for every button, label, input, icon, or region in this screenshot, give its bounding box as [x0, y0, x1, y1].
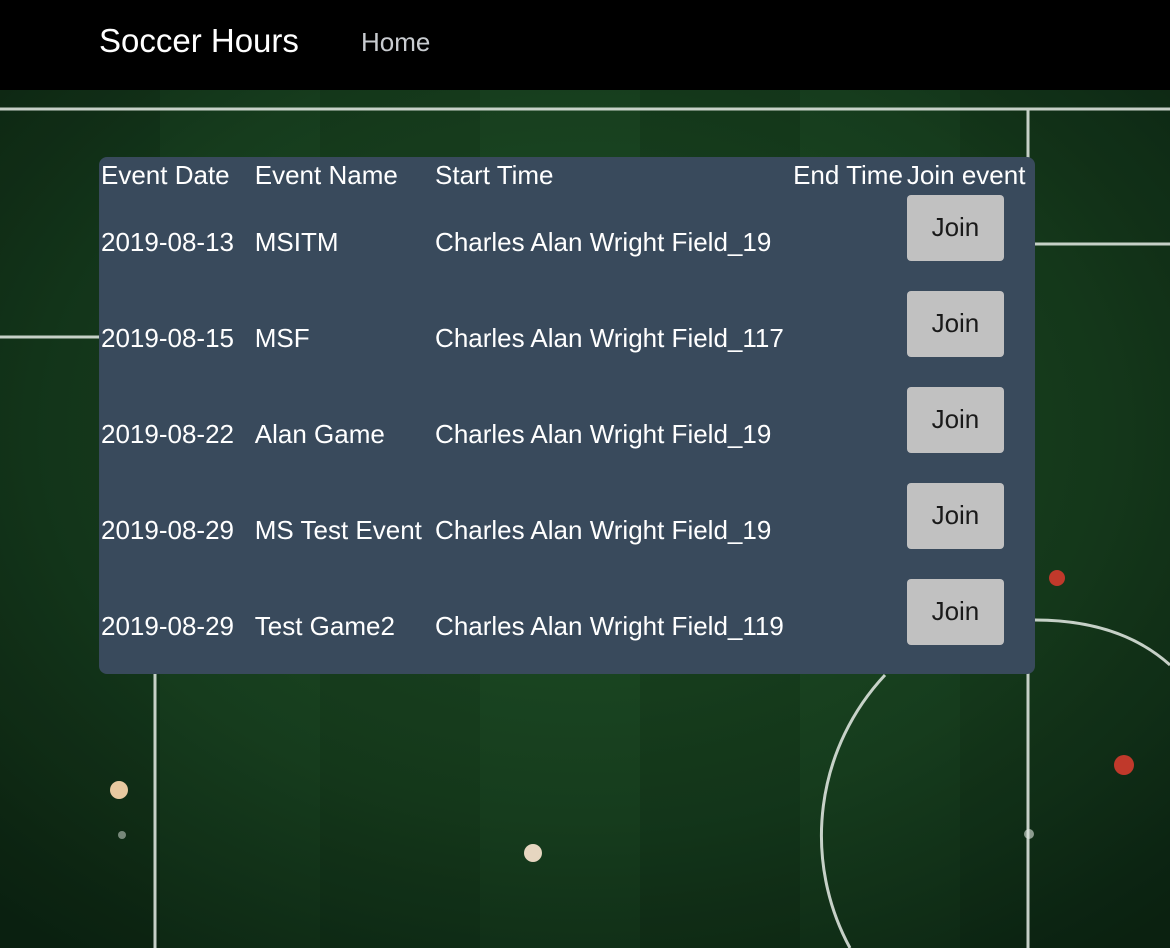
header-event-name: Event Name — [254, 160, 398, 190]
table-row: 2019-08-29 MS Test Event Charles Alan Wr… — [99, 482, 1035, 578]
cell-join: Join — [906, 290, 1035, 386]
header-start-time: Start Time — [435, 160, 554, 190]
cell-join: Join — [906, 386, 1035, 482]
brand-title[interactable]: Soccer Hours — [99, 21, 299, 61]
cell-join: Join — [906, 482, 1035, 578]
join-button[interactable]: Join — [906, 483, 1004, 549]
cell-end-time — [784, 290, 907, 386]
cell-end-time — [784, 482, 907, 578]
table-row: 2019-08-15 MSF Charles Alan Wright Field… — [99, 290, 1035, 386]
cell-start-time: Charles Alan Wright Field_19 — [435, 418, 772, 449]
cell-event-date: 2019-08-29 — [101, 610, 234, 641]
join-button[interactable]: Join — [906, 291, 1004, 357]
top-navbar: Soccer Hours Home — [0, 0, 1170, 90]
cell-start-time: Charles Alan Wright Field_19 — [435, 514, 772, 545]
cell-end-time — [784, 194, 907, 290]
cell-end-time — [784, 386, 907, 482]
table-header-row: Event Date Event Name Start Time End Tim… — [99, 157, 1035, 194]
events-panel: Event Date Event Name Start Time End Tim… — [99, 157, 1035, 674]
join-button[interactable]: Join — [906, 195, 1004, 261]
events-table: Event Date Event Name Start Time End Tim… — [99, 157, 1035, 674]
cell-event-date: 2019-08-13 — [101, 226, 234, 257]
header-end-time: End Time — [793, 160, 903, 190]
cell-join: Join — [906, 194, 1035, 290]
header-join-event: Join event — [906, 160, 1026, 190]
cell-event-name: Alan Game — [254, 418, 385, 449]
table-row: 2019-08-29 Test Game2 Charles Alan Wrigh… — [99, 578, 1035, 674]
cell-end-time — [784, 578, 907, 674]
cell-event-name: MSF — [254, 322, 310, 353]
cell-event-name: MSITM — [254, 226, 339, 257]
cell-start-time: Charles Alan Wright Field_117 — [435, 322, 784, 353]
cell-start-time: Charles Alan Wright Field_19 — [435, 226, 772, 257]
join-button[interactable]: Join — [906, 387, 1004, 453]
cell-event-name: Test Game2 — [254, 610, 395, 641]
cell-join: Join — [906, 578, 1035, 674]
header-event-date: Event Date — [101, 160, 230, 190]
join-button[interactable]: Join — [906, 579, 1004, 645]
cell-event-date: 2019-08-15 — [101, 322, 234, 353]
table-row: 2019-08-13 MSITM Charles Alan Wright Fie… — [99, 194, 1035, 290]
table-row: 2019-08-22 Alan Game Charles Alan Wright… — [99, 386, 1035, 482]
cell-event-date: 2019-08-22 — [101, 418, 234, 449]
nav-home-link[interactable]: Home — [361, 25, 430, 59]
cell-event-name: MS Test Event — [254, 514, 422, 545]
cell-event-date: 2019-08-29 — [101, 514, 234, 545]
cell-start-time: Charles Alan Wright Field_119 — [435, 610, 784, 641]
